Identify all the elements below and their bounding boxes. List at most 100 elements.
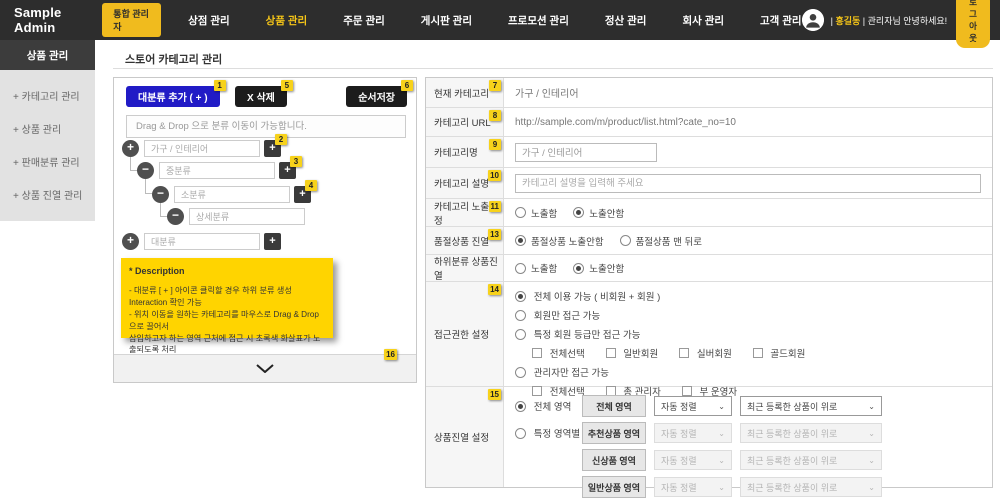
radio-access-all-label[interactable]: 전체 이용 가능 ( 비회원 + 회원 ) bbox=[534, 292, 661, 303]
radio-show-label[interactable]: 노출함 bbox=[531, 206, 557, 220]
sort-select-value: 자동 정렬 bbox=[661, 454, 697, 467]
checkbox-grade-silver[interactable] bbox=[679, 348, 689, 358]
row-category-url: 카테고리 URL 8 http://sample.com/m/product/l… bbox=[426, 107, 992, 136]
area-button-all[interactable]: 전체 영역 bbox=[582, 395, 646, 417]
nav-product[interactable]: 상품 관리 bbox=[266, 13, 308, 28]
radio-soldout-back-label[interactable]: 품절상품 맨 뒤로 bbox=[636, 234, 702, 248]
greeting-suffix: | 관리자님 안녕하세요! bbox=[863, 16, 947, 26]
add-top-category-button[interactable]: 대분류 추가 ( + ) bbox=[126, 86, 220, 107]
row-label: 접근권한 설정 14 bbox=[426, 282, 504, 386]
checkbox-grade-silver-label[interactable]: 실버회원 bbox=[697, 349, 732, 360]
row-label: 현재 카테고리 7 bbox=[426, 78, 504, 107]
chevron-down-icon: ⌄ bbox=[868, 429, 875, 438]
area-button-recommend[interactable]: 추천상품 영역 bbox=[582, 422, 646, 444]
radio-display-all-label[interactable]: 전체 영역 bbox=[534, 402, 572, 413]
checkbox-grade-all-label[interactable]: 전체선택 bbox=[550, 349, 585, 360]
access-admin-line: 관리자만 접근 가능 bbox=[515, 367, 981, 380]
tree-row-detail-category: − bbox=[114, 208, 416, 225]
nav-store[interactable]: 상점 관리 bbox=[188, 13, 230, 28]
checkbox-grade-gold[interactable] bbox=[753, 348, 763, 358]
category-url-value: http://sample.com/m/product/list.html?ca… bbox=[504, 108, 992, 136]
order-select-new: 최근 등록한 상품이 위로 ⌄ bbox=[740, 450, 882, 470]
area-button-normal[interactable]: 일반상품 영역 bbox=[582, 476, 646, 498]
radio-sub-hide-label[interactable]: 노출안함 bbox=[589, 261, 624, 275]
checkbox-grade-gold-label[interactable]: 골드회원 bbox=[770, 349, 805, 360]
nav-board[interactable]: 게시판 관리 bbox=[421, 13, 472, 28]
spec-badge-8: 8 bbox=[489, 110, 501, 121]
sort-select-new: 자동 정렬 ⌄ bbox=[654, 450, 732, 470]
order-select-all[interactable]: 최근 등록한 상품이 위로 ⌄ bbox=[740, 396, 882, 416]
radio-hide-label[interactable]: 노출안함 bbox=[589, 206, 624, 220]
radio-sub-show-label[interactable]: 노출함 bbox=[531, 261, 557, 275]
radio-sub-show[interactable] bbox=[515, 263, 526, 274]
collapse-minus-icon[interactable]: − bbox=[152, 186, 169, 203]
radio-display-specific-label[interactable]: 특정 영역별 bbox=[534, 429, 580, 440]
radio-soldout-hide-label[interactable]: 품절상품 노출안함 bbox=[531, 234, 604, 248]
spec-badge-13: 13 bbox=[488, 229, 501, 240]
area-button-new[interactable]: 신상품 영역 bbox=[582, 449, 646, 471]
nav-order[interactable]: 주문 관리 bbox=[343, 13, 385, 28]
radio-display-all[interactable] bbox=[515, 401, 526, 412]
checkbox-grade-all[interactable] bbox=[532, 348, 542, 358]
nav-customer[interactable]: 고객 관리 bbox=[760, 13, 802, 28]
nav-settlement[interactable]: 정산 관리 bbox=[605, 13, 647, 28]
display-row-recommend: 특정 영역별 추천상품 영역 자동 정렬 ⌄ 최근 등록한 상품이 위로 ⌄ bbox=[515, 422, 981, 444]
description-line: - 위치 이동을 원하는 카테고리를 마우스로 Drag & Drop 으로 끌… bbox=[129, 309, 325, 333]
save-order-button[interactable]: 순서저장 bbox=[346, 86, 407, 107]
chevron-down-icon bbox=[256, 364, 274, 373]
sort-select-normal: 자동 정렬 ⌄ bbox=[654, 477, 732, 497]
spec-badge-14: 14 bbox=[488, 284, 501, 295]
expand-more-bar[interactable]: 16 bbox=[114, 354, 416, 382]
radio-access-admin[interactable] bbox=[515, 367, 526, 378]
sidebar-title: 상품 관리 bbox=[0, 40, 95, 70]
add-top-category-wrap: 대분류 추가 ( + ) 1 bbox=[126, 86, 220, 107]
radio-access-grade[interactable] bbox=[515, 329, 526, 340]
row-label: 카테고리 URL 8 bbox=[426, 108, 504, 136]
expand-plus-icon[interactable]: + bbox=[122, 233, 139, 250]
tree-node-input-detail[interactable] bbox=[189, 208, 305, 225]
tree-node-input-small[interactable] bbox=[174, 186, 290, 203]
radio-access-admin-label[interactable]: 관리자만 접근 가능 bbox=[534, 368, 609, 379]
radio-soldout-hide[interactable] bbox=[515, 235, 526, 246]
nav-company[interactable]: 회사 관리 bbox=[682, 13, 724, 28]
spec-badge-5: 5 bbox=[281, 80, 293, 91]
tree-row-new-top-category: + + bbox=[114, 233, 416, 250]
label-text: 하위분류 상품진열 bbox=[434, 254, 503, 282]
row-subcategory-display: 하위분류 상품진열 노출함 노출안함 bbox=[426, 254, 992, 281]
radio-access-member[interactable] bbox=[515, 310, 526, 321]
nav-promotion[interactable]: 프로모션 관리 bbox=[508, 13, 569, 28]
radio-sub-hide[interactable] bbox=[573, 263, 584, 274]
radio-access-member-label[interactable]: 회원만 접근 가능 bbox=[534, 311, 600, 322]
collapse-minus-icon[interactable]: − bbox=[137, 162, 154, 179]
category-name-input[interactable] bbox=[515, 143, 657, 162]
radio-access-all[interactable] bbox=[515, 291, 526, 302]
display-all-radio-col: 전체 영역 bbox=[515, 399, 582, 413]
logout-button[interactable]: 로그아웃 bbox=[956, 0, 990, 48]
tree-node-input-new-top[interactable] bbox=[144, 233, 260, 250]
spec-badge-7: 7 bbox=[489, 80, 501, 91]
checkbox-grade-normal-label[interactable]: 일반회원 bbox=[623, 349, 658, 360]
subcategory-options: 노출함 노출안함 bbox=[504, 255, 992, 281]
sidebar-item-display[interactable]: + 상품 진열 관리 bbox=[0, 178, 95, 211]
delete-category-button[interactable]: X 삭제 bbox=[235, 86, 287, 107]
checkbox-grade-normal[interactable] bbox=[606, 348, 616, 358]
sidebar-item-product[interactable]: + 상품 관리 bbox=[0, 112, 95, 145]
radio-access-grade-label[interactable]: 특정 회원 등급만 접근 가능 bbox=[534, 330, 641, 341]
category-desc-input[interactable] bbox=[515, 174, 981, 193]
tree-node-input-top[interactable] bbox=[144, 140, 260, 157]
spec-badge-1: 1 bbox=[214, 80, 226, 91]
radio-display-specific[interactable] bbox=[515, 428, 526, 439]
sort-select-all[interactable]: 자동 정렬 ⌄ bbox=[654, 396, 732, 416]
radio-show[interactable] bbox=[515, 207, 526, 218]
radio-soldout-back[interactable] bbox=[620, 235, 631, 246]
sidebar-item-category[interactable]: + 카테고리 관리 bbox=[0, 79, 95, 112]
collapse-minus-icon[interactable]: − bbox=[167, 208, 184, 225]
tree-node-input-mid[interactable] bbox=[159, 162, 275, 179]
delete-category-wrap: X 삭제 5 bbox=[235, 86, 287, 107]
sidebar-item-sales-class[interactable]: + 판매분류 관리 bbox=[0, 145, 95, 178]
radio-hide[interactable] bbox=[573, 207, 584, 218]
expand-plus-icon[interactable]: + bbox=[122, 140, 139, 157]
access-grade-line: 특정 회원 등급만 접근 가능 bbox=[515, 329, 981, 342]
label-text: 현재 카테고리 bbox=[434, 86, 489, 100]
add-child-button[interactable]: + bbox=[264, 233, 281, 250]
